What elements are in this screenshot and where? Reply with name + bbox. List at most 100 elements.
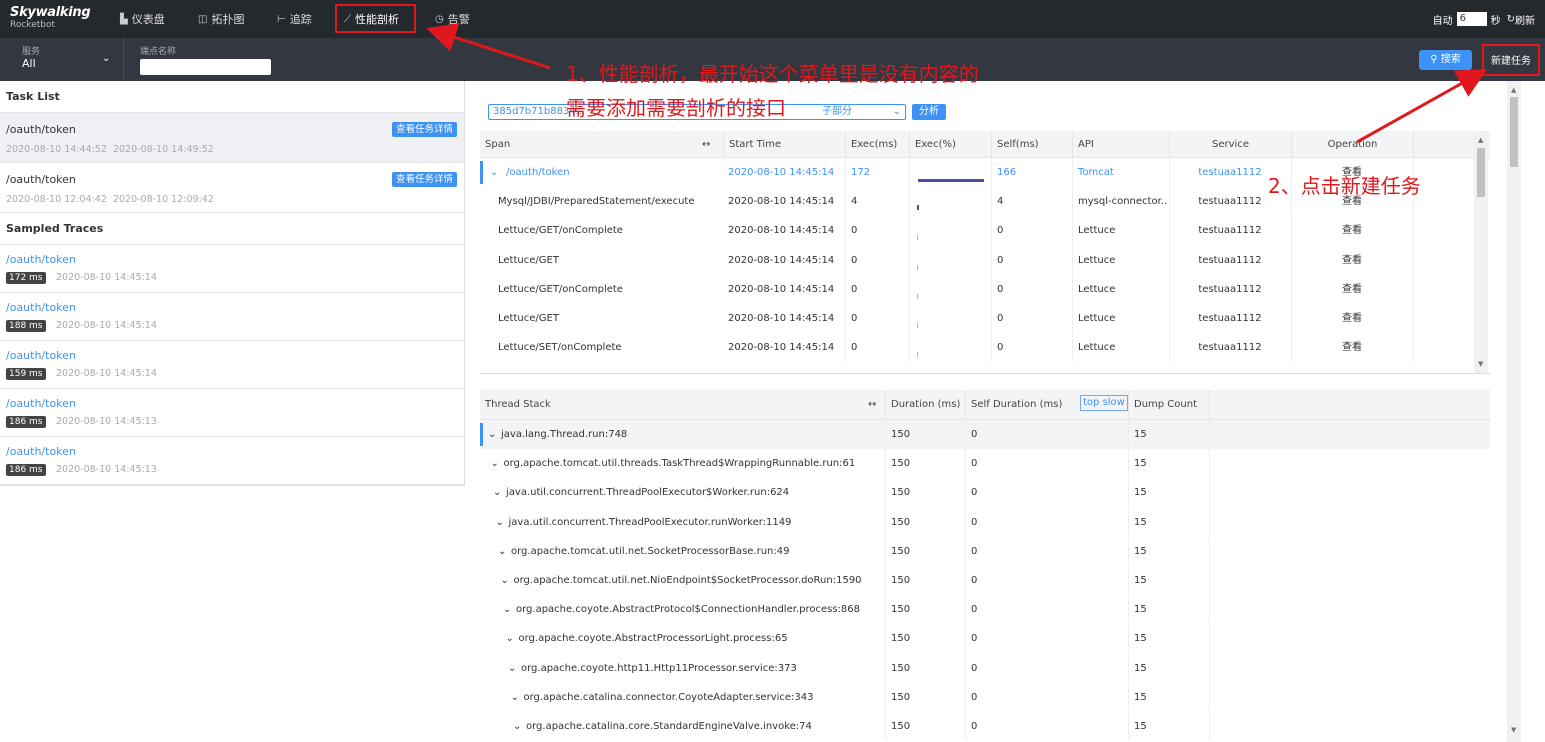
task-detail-button[interactable]: 查看任务详情 xyxy=(392,172,458,187)
column-divider xyxy=(1291,245,1292,275)
thread-duration: 150 xyxy=(891,458,911,470)
column-divider xyxy=(1128,682,1129,711)
span-exec: 4 xyxy=(851,196,858,208)
exec-pct-bar xyxy=(909,187,989,216)
new-task-button[interactable]: 新建任务 xyxy=(1482,44,1540,76)
service-select[interactable]: 服务 All ⌄ xyxy=(0,38,124,81)
span-row[interactable]: Lettuce/GET 2020-08-10 14:45:14 0 0 Lettuce t… xyxy=(480,303,1490,334)
analyze-button[interactable]: 分析 xyxy=(912,104,946,120)
chevron-down-icon[interactable]: ⌄ xyxy=(490,158,498,187)
endpoint-input[interactable] xyxy=(140,59,271,75)
column-divider xyxy=(885,478,886,507)
span-start-time: 2020-08-10 14:45:14 xyxy=(728,225,835,237)
span-row[interactable]: Lettuce/GET/onComplete 2020-08-10 14:45:1… xyxy=(480,216,1490,246)
span-scrollbar[interactable]: ▲ ▼ xyxy=(1474,131,1488,373)
span-self: 4 xyxy=(997,196,1004,208)
col-operation: Operation xyxy=(1291,131,1413,158)
span-row[interactable]: Lettuce/GET 2020-08-10 14:45:14 0 0 Lettuce t… xyxy=(480,245,1490,275)
auto-interval-input[interactable]: 6 xyxy=(1456,12,1487,26)
span-table-header: Span ↔ Start Time Exec(ms) Exec(%) Self(… xyxy=(480,131,1490,158)
column-divider xyxy=(1128,449,1129,478)
duration-badge: 188 ms xyxy=(6,320,46,332)
scroll-thumb[interactable] xyxy=(1510,97,1518,167)
column-divider xyxy=(1072,333,1073,363)
column-divider xyxy=(1072,187,1073,217)
nav-topology[interactable]: ◫ 拓扑图 xyxy=(198,0,244,38)
thread-frame-name: org.apache.tomcat.util.threads.TaskThrea… xyxy=(503,458,856,470)
span-view-link[interactable]: 查看 xyxy=(1291,246,1413,275)
span-view-link[interactable]: 查看 xyxy=(1291,304,1413,333)
scroll-down-icon[interactable]: ▼ xyxy=(1478,360,1483,368)
trace-name[interactable]: /oauth/token xyxy=(6,301,76,314)
span-self: 0 xyxy=(997,283,1004,295)
scroll-up-icon[interactable]: ▲ xyxy=(1478,136,1483,144)
thread-frame-name: org.apache.coyote.AbstractProtocol$Conne… xyxy=(516,604,860,616)
span-view-link[interactable]: 查看 xyxy=(1291,333,1413,362)
search-button[interactable]: ⚲ 搜索 xyxy=(1419,50,1472,70)
column-divider xyxy=(1128,653,1129,682)
column-divider xyxy=(965,595,966,624)
trace-icon: ⊢ xyxy=(277,13,286,25)
refresh-icon[interactable]: ↻ xyxy=(1507,14,1515,25)
span-exec: 0 xyxy=(851,312,858,324)
span-api: Lettuce xyxy=(1078,254,1116,266)
page-scrollbar[interactable]: ▲ ▼ xyxy=(1507,81,1521,742)
thread-row[interactable]: ⌄ org.apache.catalina.core.StandardEngine… xyxy=(480,711,1490,741)
thread-row[interactable]: ⌄ java.util.concurrent.ThreadPoolExecutor… xyxy=(480,478,1490,507)
span-row[interactable]: Lettuce/SET/onComplete 2020-08-10 14:45:1… xyxy=(480,333,1490,363)
task-detail-button[interactable]: 查看任务详情 xyxy=(392,122,458,137)
span-self: 166 xyxy=(997,167,1017,178)
column-divider xyxy=(965,624,966,653)
trace-item[interactable]: /oauth/token 186 ms 2020-08-10 14:45:13 xyxy=(0,437,464,485)
thread-row[interactable]: ⌄ org.apache.coyote.AbstractProtocol$Conn… xyxy=(480,595,1490,624)
duration-badge: 186 ms xyxy=(6,416,46,428)
trace-name[interactable]: /oauth/token xyxy=(6,445,76,458)
service-value: All xyxy=(22,57,36,70)
thread-row[interactable]: ⌄ java.util.concurrent.ThreadPoolExecutor… xyxy=(480,507,1490,537)
nav-trace[interactable]: ⊢ 追踪 xyxy=(277,0,312,38)
span-view-link[interactable]: 查看 xyxy=(1291,275,1413,304)
task-item[interactable]: /oauth/token 2020-08-10 14:44:52 2020-08… xyxy=(0,113,464,163)
refresh-button[interactable]: 刷新 xyxy=(1515,12,1535,27)
span-api: Lettuce xyxy=(1078,342,1116,354)
thread-row[interactable]: ⌄ org.apache.catalina.connector.CoyoteAda… xyxy=(480,682,1490,712)
span-row[interactable]: Lettuce/GET/onComplete 2020-08-10 14:45:1… xyxy=(480,274,1490,304)
resize-icon[interactable]: ↔ xyxy=(702,131,710,158)
task-name: /oauth/token xyxy=(6,123,76,136)
scroll-up-icon[interactable]: ▲ xyxy=(1511,86,1516,94)
top-slow-button[interactable]: top slow xyxy=(1080,395,1128,411)
trace-name[interactable]: /oauth/token xyxy=(6,349,76,362)
thread-dump-count: 15 xyxy=(1134,487,1147,499)
task-item[interactable]: /oauth/token 2020-08-10 12:04:42 2020-08… xyxy=(0,163,464,213)
trace-item[interactable]: /oauth/token 186 ms 2020-08-10 14:45:13 xyxy=(0,389,464,437)
column-divider xyxy=(965,711,966,741)
trace-item[interactable]: /oauth/token 172 ms 2020-08-10 14:45:14 xyxy=(0,245,464,293)
trace-item[interactable]: /oauth/token 188 ms 2020-08-10 14:45:14 xyxy=(0,293,464,341)
thread-row[interactable]: ⌄ org.apache.tomcat.util.net.NioEndpoint$… xyxy=(480,565,1490,595)
trace-name[interactable]: /oauth/token xyxy=(6,253,76,266)
trace-item[interactable]: /oauth/token 159 ms 2020-08-10 14:45:14 xyxy=(0,341,464,389)
thread-row[interactable]: ⌄ org.apache.coyote.http11.Http11Processo… xyxy=(480,653,1490,683)
duration-badge: 172 ms xyxy=(6,272,46,284)
thread-duration: 150 xyxy=(891,720,911,732)
thread-stack-table: Thread Stack ↔ Duration (ms) Self Durati… xyxy=(480,390,1490,742)
topology-icon: ◫ xyxy=(198,13,208,25)
thread-row[interactable]: ⌄ org.apache.tomcat.util.threads.TaskThre… xyxy=(480,449,1490,478)
thread-duration: 150 xyxy=(891,604,911,616)
thread-row[interactable]: ⌄ org.apache.tomcat.util.net.SocketProces… xyxy=(480,536,1490,566)
resize-icon[interactable]: ↔ xyxy=(868,390,876,420)
column-divider xyxy=(1128,624,1129,653)
service-label: 服务 xyxy=(22,47,41,57)
thread-row[interactable]: ⌄ java.lang.Thread.run:748 150 0 15 xyxy=(480,420,1490,450)
span-view-link[interactable]: 查看 xyxy=(1291,216,1413,245)
thread-self-duration: 0 xyxy=(971,545,978,557)
nav-dashboard[interactable]: ▙ 仪表盘 xyxy=(120,0,165,38)
scroll-down-icon[interactable]: ▼ xyxy=(1511,726,1516,734)
thread-dump-count: 15 xyxy=(1134,429,1147,440)
span-self: 0 xyxy=(997,225,1004,237)
nav-alarm[interactable]: ◷ 告警 xyxy=(435,0,470,38)
thread-row[interactable]: ⌄ org.apache.coyote.AbstractProcessorLigh… xyxy=(480,624,1490,653)
trace-name[interactable]: /oauth/token xyxy=(6,397,76,410)
column-divider xyxy=(965,565,966,595)
scroll-thumb[interactable] xyxy=(1477,148,1485,197)
